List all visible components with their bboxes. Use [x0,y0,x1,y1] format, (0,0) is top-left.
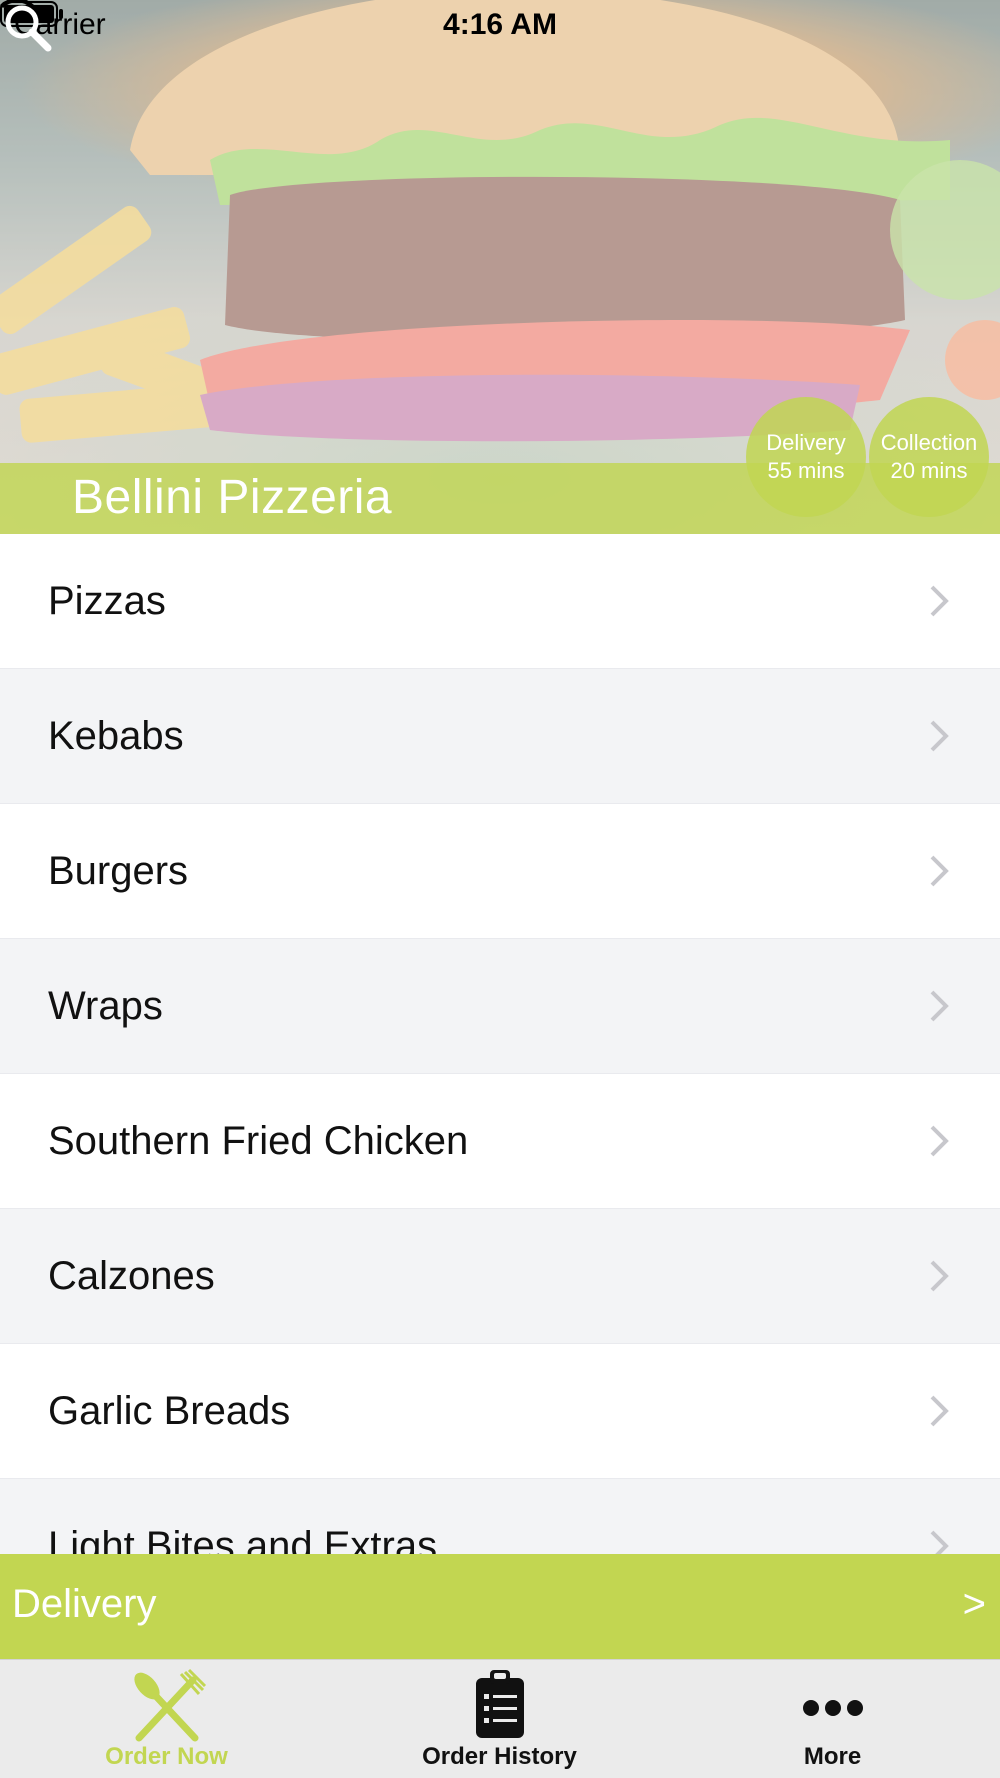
search-icon[interactable] [0,0,56,56]
delivery-time-label: Delivery [766,430,846,455]
delivery-arrow: > [962,1582,986,1626]
tab-label: More [803,1743,862,1770]
tab-bar: Order Now Order History More [0,1659,1000,1778]
menu-item-label: Burgers [48,848,189,893]
menu-item-label: Wraps [48,983,163,1028]
menu-item-wraps[interactable]: Wraps [0,939,1000,1074]
status-time: 4:16 AM [443,8,557,41]
chevron-right-icon [930,1530,949,1554]
chevron-right-icon [930,855,949,887]
menu-item-burgers[interactable]: Burgers [0,804,1000,939]
menu-item-kebabs[interactable]: Kebabs [0,669,1000,804]
menu-item-label: Garlic Breads [48,1388,291,1433]
chevron-right-icon [930,1395,949,1427]
menu-item-southern-fried-chicken[interactable]: Southern Fried Chicken [0,1074,1000,1209]
menu-item-pizzas[interactable]: Pizzas [0,534,1000,669]
clipboard-list-icon [475,1670,524,1738]
chevron-right-icon [930,990,949,1022]
menu-item-light-bites-and-extras[interactable]: Light Bites and Extras [0,1479,1000,1554]
collection-time-label: Collection [880,430,978,455]
hero-banner: Carrier 4:16 AM Bellini Pizzeria Deliver… [0,0,1000,534]
menu-item-label: Kebabs [48,713,184,758]
tab-label: Order History [422,1743,577,1770]
chevron-right-icon [930,720,949,752]
menu-item-label: Southern Fried Chicken [48,1118,469,1163]
chevron-right-icon [930,585,949,617]
delivery-mode-bar[interactable]: Delivery > [0,1554,1000,1659]
status-bar: Carrier 4:16 AM [0,0,1000,50]
chevron-right-icon [930,1260,949,1292]
fork-knife-icon [133,1668,206,1742]
menu-item-label: Light Bites and Extras [48,1523,438,1555]
tab-more[interactable]: More [666,1660,999,1778]
menu-item-label: Pizzas [48,578,166,623]
delivery-time-badge: Delivery 55 mins [746,397,866,517]
more-dots-icon [802,1700,863,1716]
chevron-right-icon [930,1125,949,1157]
collection-time-value: 20 mins [890,458,968,483]
tab-order-history[interactable]: Order History [333,1660,666,1778]
delivery-time-value: 55 mins [767,458,845,483]
menu-item-garlic-breads[interactable]: Garlic Breads [0,1344,1000,1479]
tab-order-now[interactable]: Order Now [0,1660,333,1778]
tab-label: Order Now [105,1743,228,1770]
menu-item-label: Calzones [48,1253,215,1298]
menu-category-list[interactable]: Pizzas Kebabs Burgers Wraps Southern Fri… [0,534,1000,1554]
menu-item-calzones[interactable]: Calzones [0,1209,1000,1344]
restaurant-name: Bellini Pizzeria [72,471,393,524]
delivery-mode-label: Delivery [12,1582,157,1626]
collection-time-badge: Collection 20 mins [869,397,989,517]
